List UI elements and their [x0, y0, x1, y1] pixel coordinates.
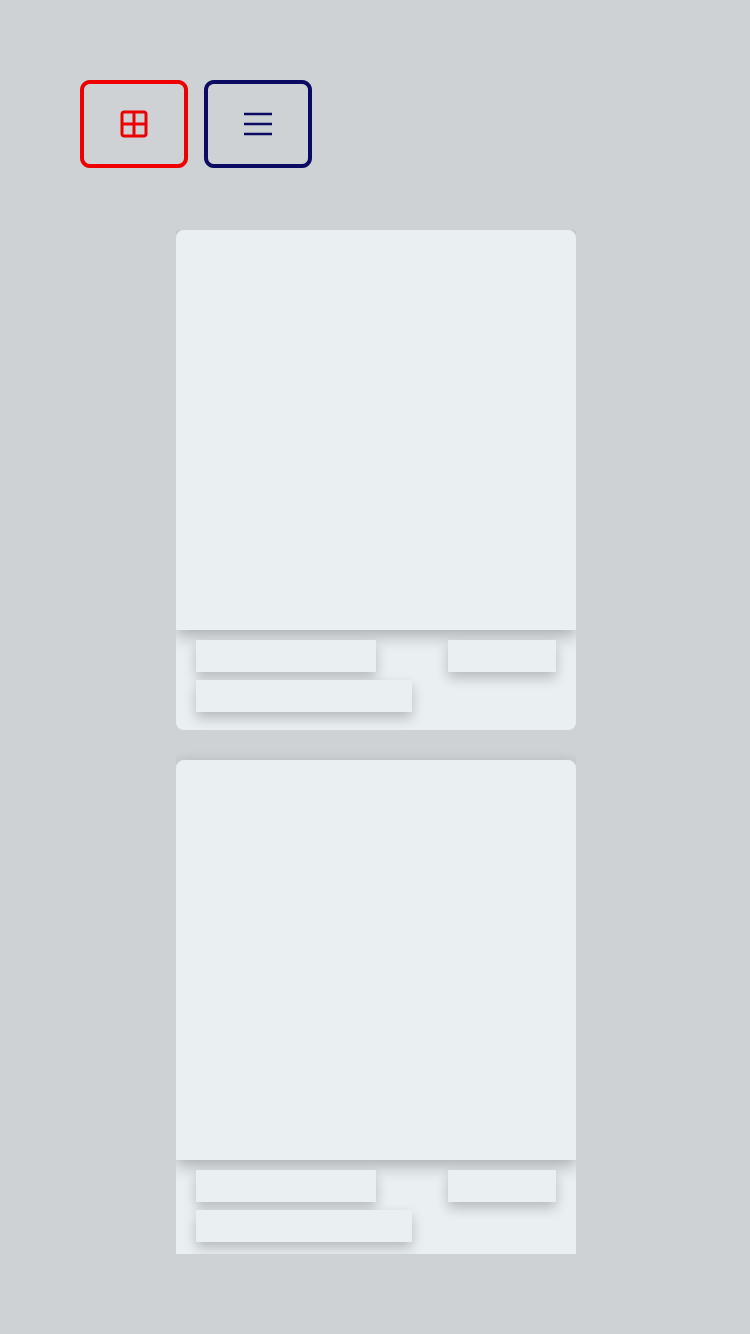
subtitle-placeholder: [196, 1210, 412, 1242]
image-placeholder: [176, 230, 576, 630]
product-card-skeleton[interactable]: [176, 230, 576, 730]
view-toggle-group: [80, 80, 312, 168]
grid-icon: [120, 110, 148, 138]
product-list[interactable]: [176, 230, 576, 1254]
product-card-skeleton[interactable]: [176, 760, 576, 1254]
grid-view-button[interactable]: [80, 80, 188, 168]
subtitle-placeholder: [196, 680, 412, 712]
title-placeholder: [196, 640, 376, 672]
title-placeholder: [196, 1170, 376, 1202]
image-placeholder: [176, 760, 576, 1160]
list-view-button[interactable]: [204, 80, 312, 168]
price-placeholder: [448, 1170, 556, 1202]
price-placeholder: [448, 640, 556, 672]
list-icon: [244, 112, 272, 136]
